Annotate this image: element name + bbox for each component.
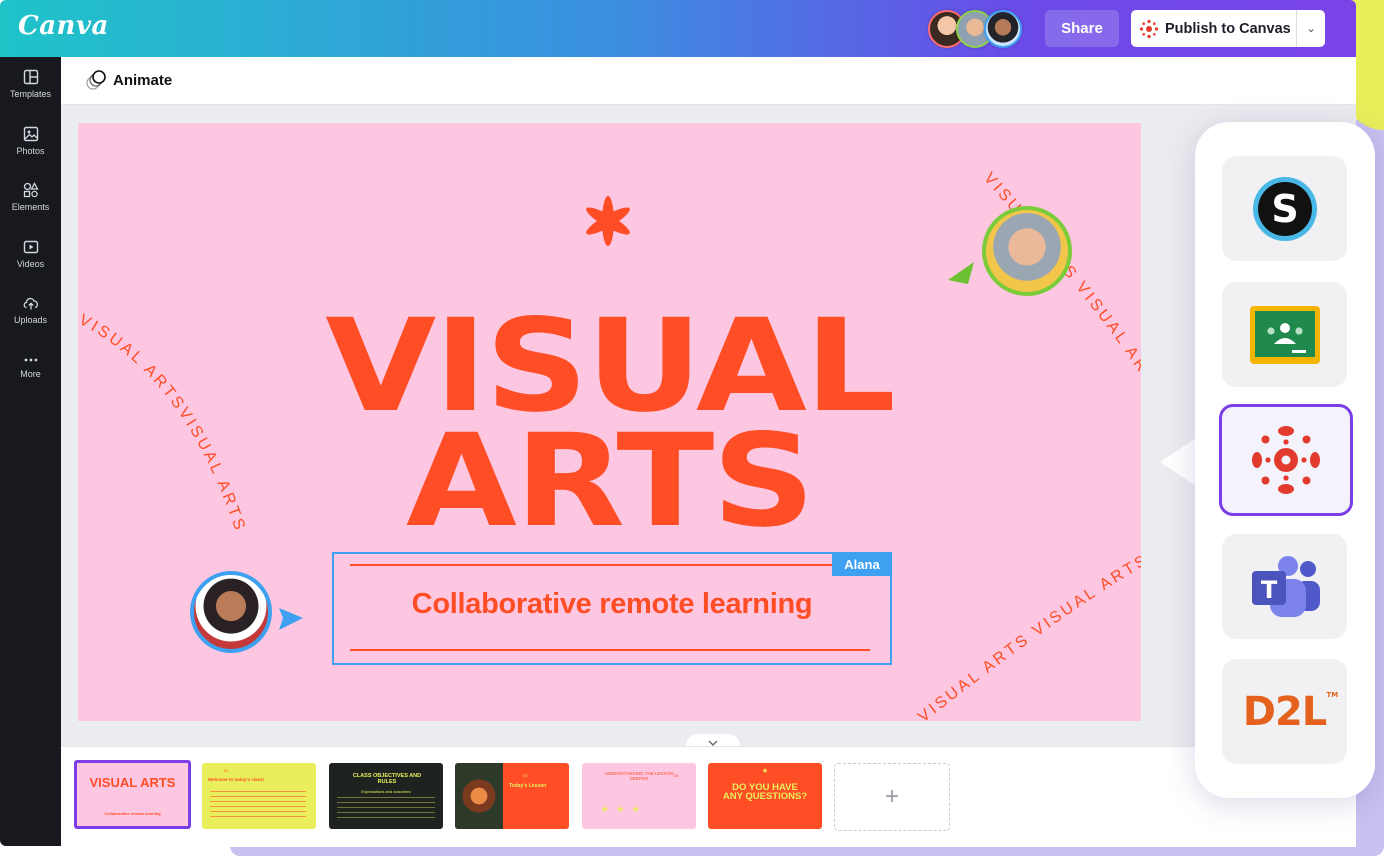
schoology-icon: S xyxy=(1252,176,1317,241)
thumbnail-title: Today's Lesson xyxy=(509,783,547,789)
collaborator-avatar xyxy=(982,206,1072,296)
photos-icon xyxy=(23,126,38,142)
svg-text:S: S xyxy=(1271,187,1298,231)
thumbnail-title: CLASS OBJECTIVES AND RULES xyxy=(352,773,422,785)
sidebar-item-label: Videos xyxy=(16,259,45,269)
schoology-option[interactable]: S xyxy=(1222,156,1347,261)
thumbnail-number: 03 xyxy=(523,773,528,778)
slide-thumbnail[interactable]: * DO YOU HAVE ANY QUESTIONS? xyxy=(708,763,822,829)
collaborator-avatar xyxy=(190,571,272,653)
divider-line xyxy=(350,564,870,566)
collaborator-avatars[interactable] xyxy=(928,10,1028,48)
asterisk-icon[interactable] xyxy=(580,193,636,249)
panel-pointer xyxy=(1160,438,1196,486)
slide-subtitle[interactable]: Collaborative remote learning xyxy=(334,588,890,621)
cursor-pointer-icon xyxy=(948,262,974,284)
sidebar-item-label: More xyxy=(20,369,41,379)
thumbnail-asterisks: *** xyxy=(602,803,649,819)
publish-to-canvas-button[interactable]: Publish to Canvas xyxy=(1131,10,1298,47)
microsoft-teams-option[interactable]: T xyxy=(1222,534,1347,639)
sidebar-item-templates[interactable]: Templates xyxy=(0,69,61,99)
publish-label: Publish to Canvas xyxy=(1165,20,1291,37)
top-bar: Canva Share Publish to Canvas ⌄ xyxy=(0,0,1356,57)
slide-thumbnail[interactable]: Welcome to today's class! 01 xyxy=(202,763,316,829)
sidebar-item-more[interactable]: More xyxy=(0,355,61,379)
more-icon xyxy=(24,358,37,362)
slide-thumbnail[interactable]: VISUAL ARTS Collaborative remote learnin… xyxy=(74,760,191,829)
slide-canvas[interactable]: VISUAL ARTSVISUAL ARTS VISUAL ARTS VISUA… xyxy=(78,123,1141,721)
chevron-down-icon[interactable]: ⌄ xyxy=(1297,22,1325,35)
context-toolbar: Animate xyxy=(61,57,1356,105)
page-filmstrip: VISUAL ARTS Collaborative remote learnin… xyxy=(61,746,1356,847)
canvas-icon xyxy=(1139,19,1159,38)
slide-thumbnail[interactable]: UNDERSTANDING THE LESSON DEEPER 04 *** xyxy=(582,763,696,829)
sidebar-item-uploads[interactable]: Uploads xyxy=(0,295,61,325)
thumbnail-text-lines xyxy=(210,791,306,817)
collaborator-name-tag: Alana xyxy=(832,552,892,576)
sidebar-item-videos[interactable]: Videos xyxy=(0,239,61,269)
sidebar-item-label: Elements xyxy=(11,202,50,212)
slide-thumbnail[interactable]: Today's Lesson 03 xyxy=(455,763,569,829)
thumbnail-title: Welcome to today's class! xyxy=(208,777,265,782)
canvas-icon xyxy=(1252,426,1320,494)
d2l-logo: D2L TM xyxy=(1242,688,1339,735)
selected-text-box[interactable]: Collaborative remote learning Alana xyxy=(332,552,892,665)
left-sidebar: Templates Photos Elements Videos Uploads… xyxy=(0,57,61,846)
animate-icon[interactable] xyxy=(85,69,107,91)
d2l-option[interactable]: D2L TM xyxy=(1222,659,1347,764)
divider-line xyxy=(350,649,870,651)
cursor-pointer-icon xyxy=(279,608,303,630)
publish-button-group[interactable]: Publish to Canvas ⌄ xyxy=(1131,10,1325,47)
google-classroom-icon xyxy=(1249,305,1320,364)
thumbnail-number: 04 xyxy=(674,773,679,778)
thumbnail-title: DO YOU HAVE ANY QUESTIONS? xyxy=(722,782,808,802)
slide-thumbnail[interactable]: CLASS OBJECTIVES AND RULES Expectations … xyxy=(329,763,443,829)
collaborator-avatar[interactable] xyxy=(984,10,1022,48)
sidebar-item-label: Photos xyxy=(16,146,45,156)
canvas-option[interactable] xyxy=(1219,404,1353,516)
videos-icon xyxy=(23,240,38,254)
canva-logo[interactable]: Canva xyxy=(18,11,109,41)
trademark-mark: TM xyxy=(1326,690,1339,699)
svg-text:T: T xyxy=(1260,576,1277,604)
thumbnail-number: 01 xyxy=(224,768,229,773)
sidebar-item-elements[interactable]: Elements xyxy=(0,182,61,212)
google-classroom-option[interactable] xyxy=(1222,282,1347,387)
add-page-button[interactable]: + xyxy=(834,763,950,831)
share-button[interactable]: Share xyxy=(1045,10,1119,47)
animate-button[interactable]: Animate xyxy=(113,72,172,89)
lms-integrations-panel: S T D2L TM xyxy=(1195,122,1375,798)
asterisk-icon: * xyxy=(762,767,768,779)
thumbnail-text-lines xyxy=(337,797,435,821)
thumbnail-title: UNDERSTANDING THE LESSON DEEPER xyxy=(604,771,674,781)
elements-icon xyxy=(23,182,39,198)
thumbnail-subtitle: Collaborative remote learning xyxy=(104,811,161,816)
uploads-icon xyxy=(23,297,38,310)
sidebar-item-photos[interactable]: Photos xyxy=(0,126,61,156)
templates-icon xyxy=(23,69,38,85)
d2l-text: D2L xyxy=(1242,688,1328,735)
thumbnail-photo xyxy=(455,763,503,829)
sidebar-item-label: Uploads xyxy=(13,315,48,325)
sidebar-item-label: Templates xyxy=(9,89,52,99)
thumbnail-title: VISUAL ARTS xyxy=(89,775,176,790)
microsoft-teams-icon: T xyxy=(1251,555,1320,617)
thumbnail-subtitle: Expectations and outcomes xyxy=(361,789,411,794)
slide-title-line2[interactable]: ARTS xyxy=(78,418,1141,546)
